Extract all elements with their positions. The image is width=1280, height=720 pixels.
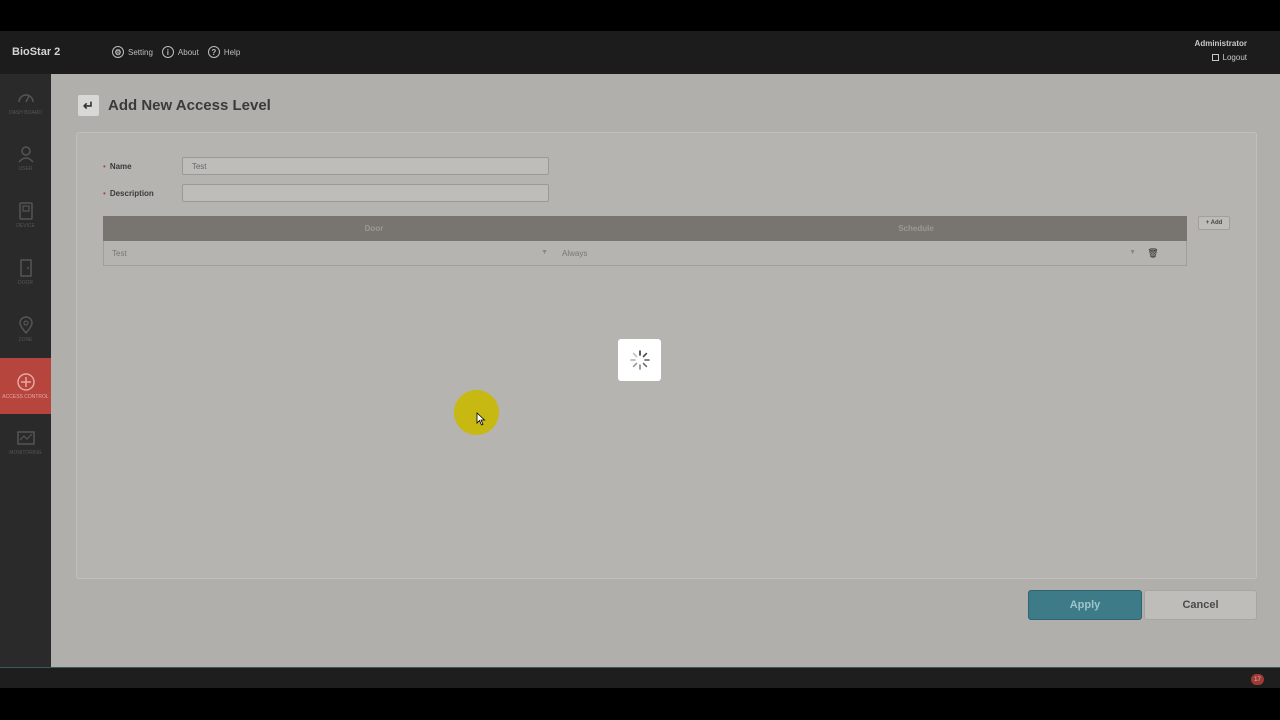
sidebar-item-label: DASH BOARD xyxy=(8,110,43,116)
about-label: About xyxy=(177,47,199,57)
sidebar-item-label: USER xyxy=(18,166,33,172)
name-label: Name xyxy=(109,161,132,171)
sidebar-item-label: DEVICE xyxy=(16,223,35,229)
setting-link[interactable]: ⚙ Setting xyxy=(112,46,153,58)
sidebar-item-label: DOOR xyxy=(18,280,33,286)
required-marker: • xyxy=(103,188,106,198)
door-schedule-table: Door Schedule Test ▼ Always ▼ 🗑 xyxy=(103,216,1187,266)
chevron-down-icon: ▼ xyxy=(541,248,548,256)
sidebar-item-label: ZONE xyxy=(18,337,33,343)
about-link[interactable]: i About xyxy=(161,46,199,58)
apply-button[interactable]: Apply xyxy=(1028,590,1142,620)
setting-label: Setting xyxy=(128,47,153,57)
sidebar-item-device[interactable]: DEVICE xyxy=(0,187,51,243)
info-icon: i xyxy=(161,46,174,58)
table-row: Test ▼ Always ▼ 🗑 xyxy=(103,241,1187,266)
notification-badge[interactable]: 17 xyxy=(1251,674,1264,685)
app-brand: BioStar 2 xyxy=(12,46,61,58)
help-label: Help xyxy=(223,47,241,57)
zone-icon xyxy=(18,316,33,335)
sidebar-item-label: MONITORING xyxy=(9,450,42,456)
sidebar: DASH BOARD USER DEVICE DOOR ZONE ACCESS … xyxy=(0,74,51,688)
door-select[interactable]: Test ▼ xyxy=(104,249,554,258)
cancel-button[interactable]: Cancel xyxy=(1144,590,1257,620)
help-icon: ? xyxy=(207,46,220,58)
app-window: BioStar 2 ⚙ Setting i About ? Help Admin… xyxy=(0,31,1280,688)
name-row: • Name xyxy=(103,157,549,175)
monitoring-icon xyxy=(16,431,35,445)
trash-icon[interactable]: 🗑 xyxy=(1144,248,1162,259)
page-title: Add New Access Level xyxy=(108,97,271,114)
chevron-down-icon: ▼ xyxy=(1129,248,1136,256)
status-bar: 17 xyxy=(0,667,1280,688)
required-marker: • xyxy=(103,161,106,171)
door-column-header: Door xyxy=(364,224,384,233)
logout-label: Logout xyxy=(1222,53,1247,62)
access-control-icon xyxy=(16,373,35,391)
name-input[interactable] xyxy=(181,157,549,175)
loading-spinner xyxy=(618,339,661,381)
door-value: Test xyxy=(112,248,127,258)
add-row-button[interactable]: + Add xyxy=(1198,216,1230,230)
description-input[interactable] xyxy=(181,184,549,202)
sidebar-item-door[interactable]: DOOR xyxy=(0,244,51,300)
back-arrow-icon: ↵ xyxy=(83,97,94,113)
help-link[interactable]: ? Help xyxy=(207,46,241,58)
user-icon xyxy=(17,146,34,163)
schedule-select[interactable]: Always ▼ xyxy=(554,249,1144,258)
top-bar: BioStar 2 ⚙ Setting i About ? Help Admin… xyxy=(0,31,1280,74)
access-level-form: • Name • Description Door Schedule Test … xyxy=(76,132,1257,579)
mouse-cursor-icon xyxy=(476,412,486,426)
sidebar-item-dashboard[interactable]: DASH BOARD xyxy=(0,74,51,130)
page-header: ↵ Add New Access Level xyxy=(78,95,271,116)
sidebar-item-label: ACCESS CONTROL xyxy=(2,394,49,400)
logout-link[interactable]: Logout xyxy=(1195,53,1247,62)
device-icon xyxy=(18,202,33,220)
description-row: • Description xyxy=(103,184,549,202)
door-icon xyxy=(19,259,32,277)
user-menu: Administrator Logout xyxy=(1195,39,1247,62)
sidebar-item-zone[interactable]: ZONE xyxy=(0,301,51,357)
table-header: Door Schedule xyxy=(103,216,1187,241)
dashboard-icon xyxy=(17,94,34,103)
sidebar-item-user[interactable]: USER xyxy=(0,130,51,186)
back-button[interactable]: ↵ xyxy=(78,95,99,116)
sidebar-item-monitoring[interactable]: MONITORING xyxy=(0,414,51,470)
gear-icon: ⚙ xyxy=(112,46,124,58)
top-nav: ⚙ Setting i About ? Help xyxy=(112,46,240,58)
schedule-value: Always xyxy=(562,248,588,258)
logout-icon xyxy=(1211,54,1219,61)
sidebar-item-access-control[interactable]: ACCESS CONTROL xyxy=(0,358,51,414)
spinner-icon xyxy=(629,350,650,370)
user-name: Administrator xyxy=(1194,39,1247,48)
description-label: Description xyxy=(109,188,154,198)
schedule-column-header: Schedule xyxy=(898,224,934,233)
